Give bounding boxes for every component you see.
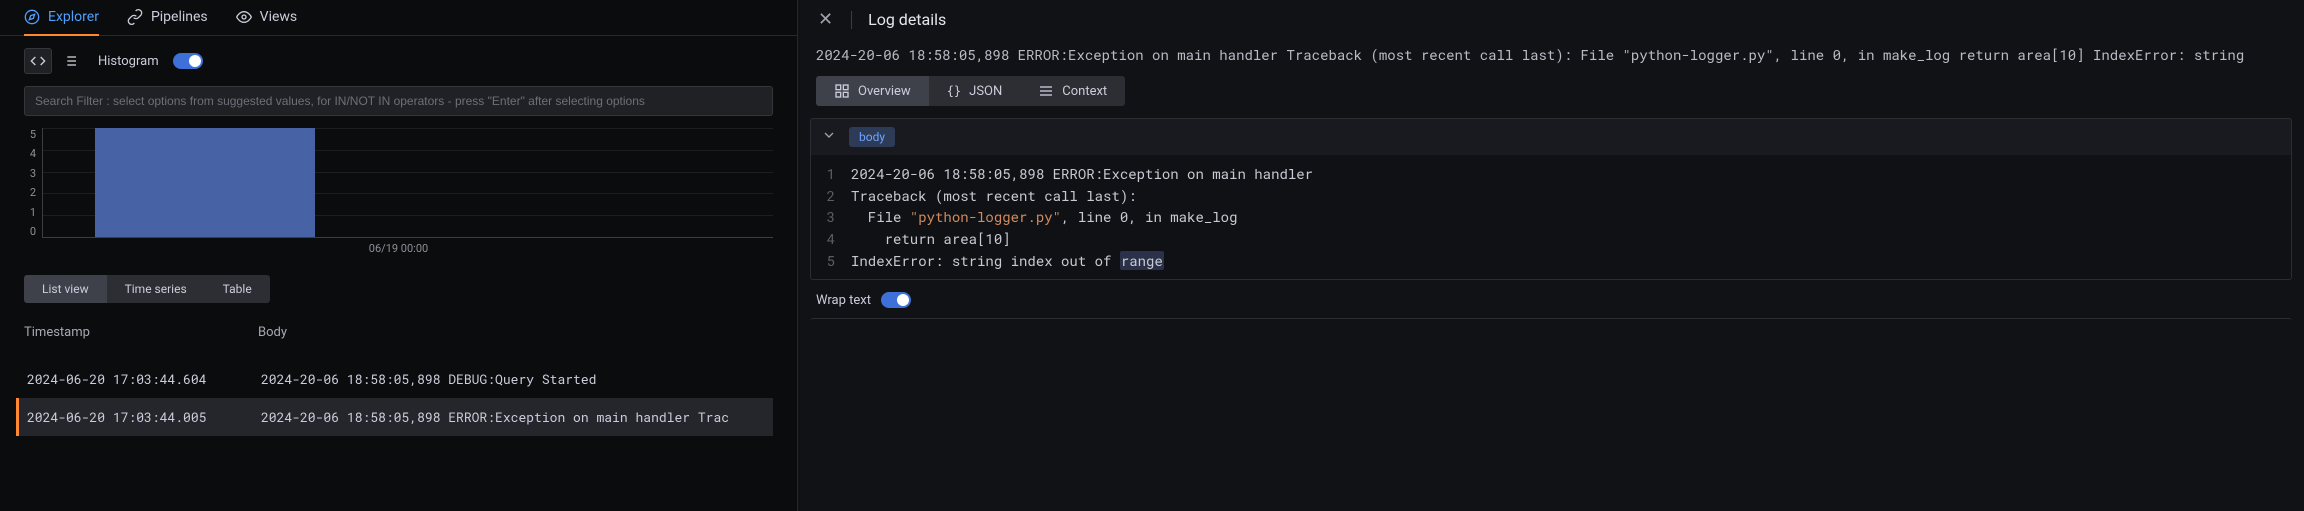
list-icon	[1038, 83, 1054, 99]
wrap-text-row: Wrap text	[798, 292, 2304, 318]
table-row[interactable]: 2024-06-20 17:03:44.604 2024-20-06 18:58…	[16, 360, 773, 398]
histogram-label: Histogram	[98, 54, 159, 69]
next-section-peek	[810, 318, 2292, 338]
wrap-text-label: Wrap text	[816, 293, 871, 308]
view-pill-timeseries[interactable]: Time series	[107, 275, 205, 303]
code-toggle-button[interactable]	[24, 48, 52, 74]
th-body[interactable]: Body	[258, 325, 287, 340]
grid-icon	[834, 83, 850, 99]
dtab-context[interactable]: Context	[1020, 76, 1125, 106]
close-icon[interactable]: ✕	[816, 11, 835, 29]
dtab-label: JSON	[969, 84, 1002, 99]
main-pane: Explorer Pipelines Views Histogram	[0, 0, 798, 511]
view-pill-table[interactable]: Table	[205, 275, 270, 303]
cell-timestamp: 2024-06-20 17:03:44.604	[27, 370, 261, 388]
histogram-toggle[interactable]	[173, 53, 203, 69]
y-axis: 5 4 3 2 1 0	[24, 128, 42, 238]
tab-views[interactable]: Views	[236, 0, 298, 36]
dtab-json[interactable]: {} JSON	[929, 76, 1021, 106]
tab-label: Explorer	[48, 9, 99, 25]
drawer-header: ✕ Log details	[798, 0, 2304, 39]
cell-body: 2024-20-06 18:58:05,898 ERROR:Exception …	[261, 408, 773, 426]
body-section: body 12024-20-06 18:58:05,898 ERROR:Exce…	[810, 118, 2292, 280]
wrap-text-toggle[interactable]	[881, 292, 911, 308]
log-summary: 2024-20-06 18:58:05,898 ERROR:Exception …	[798, 39, 2304, 76]
chevron-down-icon[interactable]	[821, 127, 837, 147]
x-tick: 06/19 00:00	[24, 242, 773, 255]
dtab-label: Overview	[858, 84, 911, 99]
toolbar: Histogram	[0, 36, 797, 86]
view-mode-pills: List view Time series Table	[0, 263, 797, 315]
table-header-row: Timestamp Body	[24, 315, 773, 350]
drawer-title: Log details	[868, 10, 946, 29]
main-tab-bar: Explorer Pipelines Views	[0, 0, 797, 36]
histogram-chart: 5 4 3 2 1 0 06/19 00:00	[0, 128, 797, 263]
tab-label: Pipelines	[151, 9, 208, 25]
tab-label: Views	[260, 9, 298, 25]
tab-explorer[interactable]: Explorer	[24, 0, 99, 36]
cell-timestamp: 2024-06-20 17:03:44.005	[27, 408, 261, 426]
log-table: Timestamp Body 2024-06-20 17:03:44.604 2…	[0, 315, 797, 436]
dtab-overview[interactable]: Overview	[816, 76, 929, 106]
braces-icon: {}	[947, 84, 961, 98]
view-pill-list[interactable]: List view	[24, 275, 107, 303]
divider	[851, 11, 852, 29]
th-timestamp[interactable]: Timestamp	[24, 325, 258, 340]
cell-body: 2024-20-06 18:58:05,898 DEBUG:Query Star…	[261, 370, 773, 388]
link-icon	[127, 9, 143, 25]
log-details-drawer: ✕ Log details 2024-20-06 18:58:05,898 ER…	[798, 0, 2304, 511]
search-filter-input[interactable]	[24, 86, 773, 116]
body-tag[interactable]: body	[849, 127, 895, 147]
compass-icon	[24, 9, 40, 25]
table-row[interactable]: 2024-06-20 17:03:44.005 2024-20-06 18:58…	[16, 398, 773, 436]
detail-tabs: Overview {} JSON Context	[798, 76, 2304, 118]
dtab-label: Context	[1062, 84, 1107, 99]
log-body-code[interactable]: 12024-20-06 18:58:05,898 ERROR:Exception…	[811, 155, 2291, 279]
histogram-bar[interactable]	[95, 128, 315, 237]
tab-pipelines[interactable]: Pipelines	[127, 0, 208, 36]
list-toggle-button[interactable]	[56, 48, 84, 74]
eye-icon	[236, 9, 252, 25]
